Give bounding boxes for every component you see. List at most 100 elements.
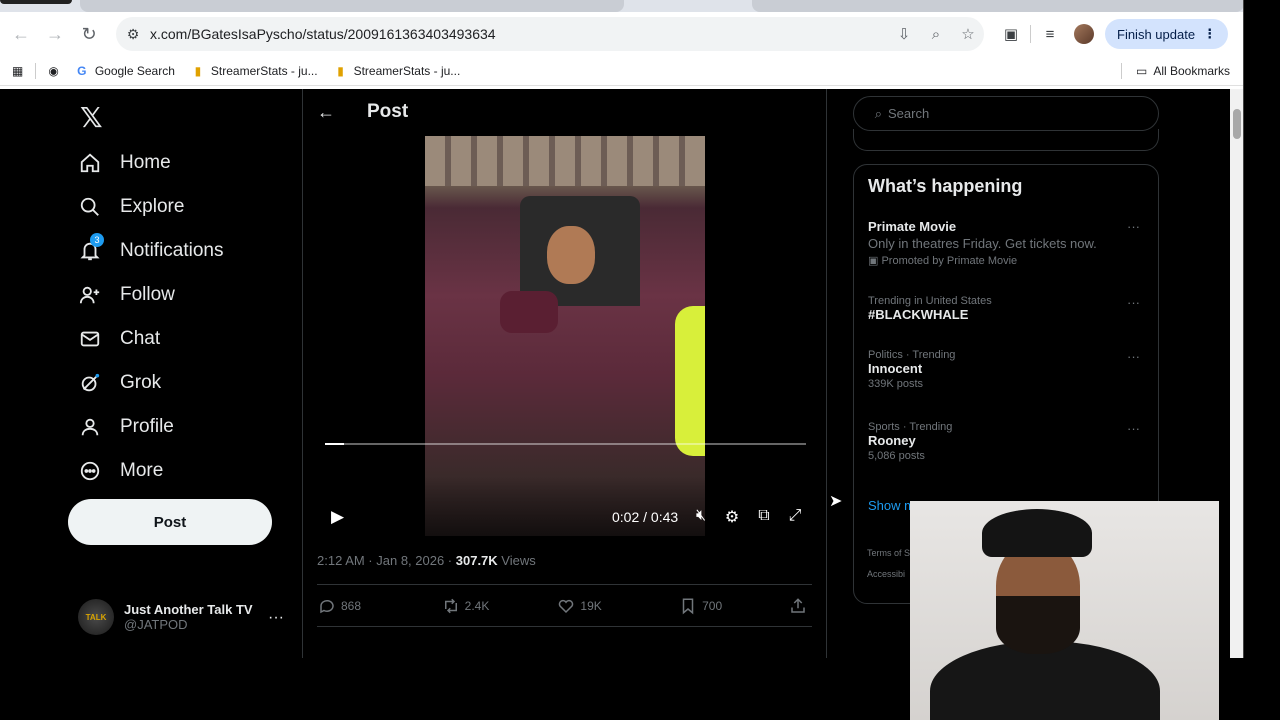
bookmark-streamerstats[interactable]: ▮ StreamerStats - ju... xyxy=(183,57,326,85)
tab[interactable] xyxy=(0,0,72,4)
account-name: Just Another Talk TV xyxy=(124,602,253,617)
footer-link[interactable]: Terms of S xyxy=(867,548,910,558)
post-button[interactable]: Post xyxy=(68,499,272,545)
nav-item-grok[interactable]: Grok xyxy=(78,361,224,405)
bookmarks-bar: ▦ ◉ G Google Search ▮ StreamerStats - ju… xyxy=(0,56,1243,86)
video-controls-overlay xyxy=(318,476,813,536)
account-switcher[interactable]: TALK Just Another Talk TV @JATPOD ··· xyxy=(78,599,288,635)
nav-label: Follow xyxy=(120,284,175,305)
trend-count: 5,086 posts xyxy=(868,450,925,462)
trend-title: Rooney xyxy=(868,433,916,448)
picture-in-picture-icon[interactable]: ⧉ xyxy=(754,507,774,525)
divider xyxy=(317,626,812,627)
account-avatar: TALK xyxy=(78,599,114,635)
bookmark-divider xyxy=(35,62,37,79)
bookmark-count: 700 xyxy=(702,599,723,613)
all-bookmarks[interactable]: ▭ All Bookmarks xyxy=(1117,62,1230,79)
reply-button[interactable]: 868 xyxy=(317,596,441,616)
finish-update-button[interactable]: Finish update ⋮ xyxy=(1105,19,1229,49)
search-placeholder: Search xyxy=(888,106,930,121)
more-dots-icon[interactable]: ··· xyxy=(268,609,284,627)
all-bookmarks-label: All Bookmarks xyxy=(1153,63,1230,78)
toolbar-actions: ▣ ≡ Finish update ⋮ xyxy=(994,17,1229,51)
media-controls-icon[interactable]: ≡ xyxy=(1033,26,1067,43)
tab-search-icon[interactable]: ▣ xyxy=(994,25,1028,43)
browser-toolbar: ← → ↻ ⚙ x.com/BGatesIsaPyscho/status/200… xyxy=(0,12,1243,56)
tab[interactable] xyxy=(80,0,624,12)
nav-item-home[interactable]: Home xyxy=(78,141,224,185)
nav-label: Home xyxy=(120,152,171,173)
folder-icon: ▭ xyxy=(1135,63,1148,78)
video-background-building xyxy=(425,136,705,186)
scrollbar-thumb[interactable] xyxy=(1233,109,1241,139)
views-label: Views xyxy=(497,553,536,568)
more-dots-icon[interactable]: ··· xyxy=(1127,219,1140,234)
bookmark-button[interactable]: 700 xyxy=(678,596,788,616)
back-arrow-icon[interactable]: ← xyxy=(303,102,349,123)
nav-label: Explore xyxy=(120,196,185,217)
trend-item[interactable]: Trending in United States #BLACKWHALE ··… xyxy=(868,295,1148,322)
footer-link[interactable]: Accessibi xyxy=(867,569,905,579)
globe-icon[interactable]: ◉ xyxy=(40,57,66,85)
mouse-cursor-icon: ➤ xyxy=(829,493,843,510)
search-input[interactable]: ⌕ Search xyxy=(853,96,1159,131)
x-logo-icon[interactable]: 𝕏 xyxy=(80,101,103,134)
nav-item-explore[interactable]: Explore xyxy=(78,185,224,229)
nav-item-notifications[interactable]: 3 Notifications xyxy=(78,229,224,273)
video-player[interactable]: ▶ 0:02 / 0:43 🔇︎ ⚙ ⧉ ⤢ xyxy=(318,136,813,536)
back-arrow-icon[interactable]: ← xyxy=(4,17,38,51)
bookmark-divider xyxy=(1120,62,1122,79)
play-icon[interactable]: ▶ xyxy=(331,507,344,527)
repost-button[interactable]: 2.4K xyxy=(441,596,557,616)
profile-avatar[interactable] xyxy=(1074,24,1094,44)
trend-title: #BLACKWHALE xyxy=(868,307,969,322)
page-scrollbar[interactable] xyxy=(1230,89,1243,658)
video-side-mirror xyxy=(500,291,558,333)
mute-icon[interactable]: 🔇︎ xyxy=(691,507,711,525)
google-icon: G xyxy=(77,63,87,78)
install-app-icon[interactable]: ⇩ xyxy=(888,25,920,43)
trend-item[interactable]: Politics · Trending Innocent 339K posts … xyxy=(868,349,1148,390)
trend-item[interactable]: Primate Movie Only in theatres Friday. G… xyxy=(868,219,1148,267)
more-dots-icon[interactable]: ··· xyxy=(1127,421,1140,436)
forward-arrow-icon[interactable]: → xyxy=(38,17,72,51)
reload-icon[interactable]: ↻ xyxy=(72,17,106,51)
video-safety-vest xyxy=(675,306,705,456)
site-settings-icon[interactable]: ⚙ xyxy=(116,26,150,43)
post-timestamp[interactable]: 2:12 AM · Jan 8, 2026 · xyxy=(317,553,456,568)
settings-gear-icon[interactable]: ⚙ xyxy=(722,507,742,527)
promoted-icon: ▣ xyxy=(868,255,882,267)
like-button[interactable]: 19K xyxy=(556,596,678,616)
share-button[interactable] xyxy=(788,596,812,616)
video-progress-bar[interactable] xyxy=(325,443,806,445)
bookmark-streamerstats[interactable]: ▮ StreamerStats - ju... xyxy=(326,57,469,85)
reply-icon xyxy=(317,596,337,616)
tab[interactable] xyxy=(752,0,1243,12)
fullscreen-icon[interactable]: ⤢ xyxy=(785,507,805,525)
search-icon xyxy=(78,195,102,219)
apps-grid-icon[interactable]: ▦ xyxy=(0,57,31,85)
more-dots-icon[interactable]: ··· xyxy=(1127,349,1140,364)
nav-item-chat[interactable]: Chat xyxy=(78,317,224,361)
heart-icon xyxy=(556,596,576,616)
show-more-link[interactable]: Show m xyxy=(868,498,915,513)
trend-title: Innocent xyxy=(868,361,923,376)
share-icon xyxy=(788,596,808,616)
nav-item-follow[interactable]: Follow xyxy=(78,273,224,317)
star-icon[interactable]: ☆ xyxy=(952,25,984,43)
more-dots-icon[interactable]: ··· xyxy=(1127,295,1140,310)
bookmark-icon xyxy=(678,596,698,616)
nav-item-profile[interactable]: Profile xyxy=(78,405,224,449)
nav-item-more[interactable]: More xyxy=(78,449,224,493)
url-text[interactable]: x.com/BGatesIsaPyscho/status/20091613634… xyxy=(150,26,888,42)
bookmark-google-search[interactable]: G Google Search xyxy=(67,57,183,85)
home-icon xyxy=(78,151,102,175)
trend-item[interactable]: Sports · Trending Rooney 5,086 posts ··· xyxy=(868,421,1148,462)
notification-badge: 3 xyxy=(90,233,104,247)
promoted-label: ▣ Promoted by Primate Movie xyxy=(868,254,1148,267)
zoom-icon[interactable]: ⌕ xyxy=(920,26,952,43)
address-bar[interactable]: ⚙ x.com/BGatesIsaPyscho/status/200916136… xyxy=(116,17,984,51)
video-time: 0:02 / 0:43 xyxy=(612,509,679,525)
person-icon xyxy=(78,415,102,439)
nav-label: Grok xyxy=(120,372,162,393)
